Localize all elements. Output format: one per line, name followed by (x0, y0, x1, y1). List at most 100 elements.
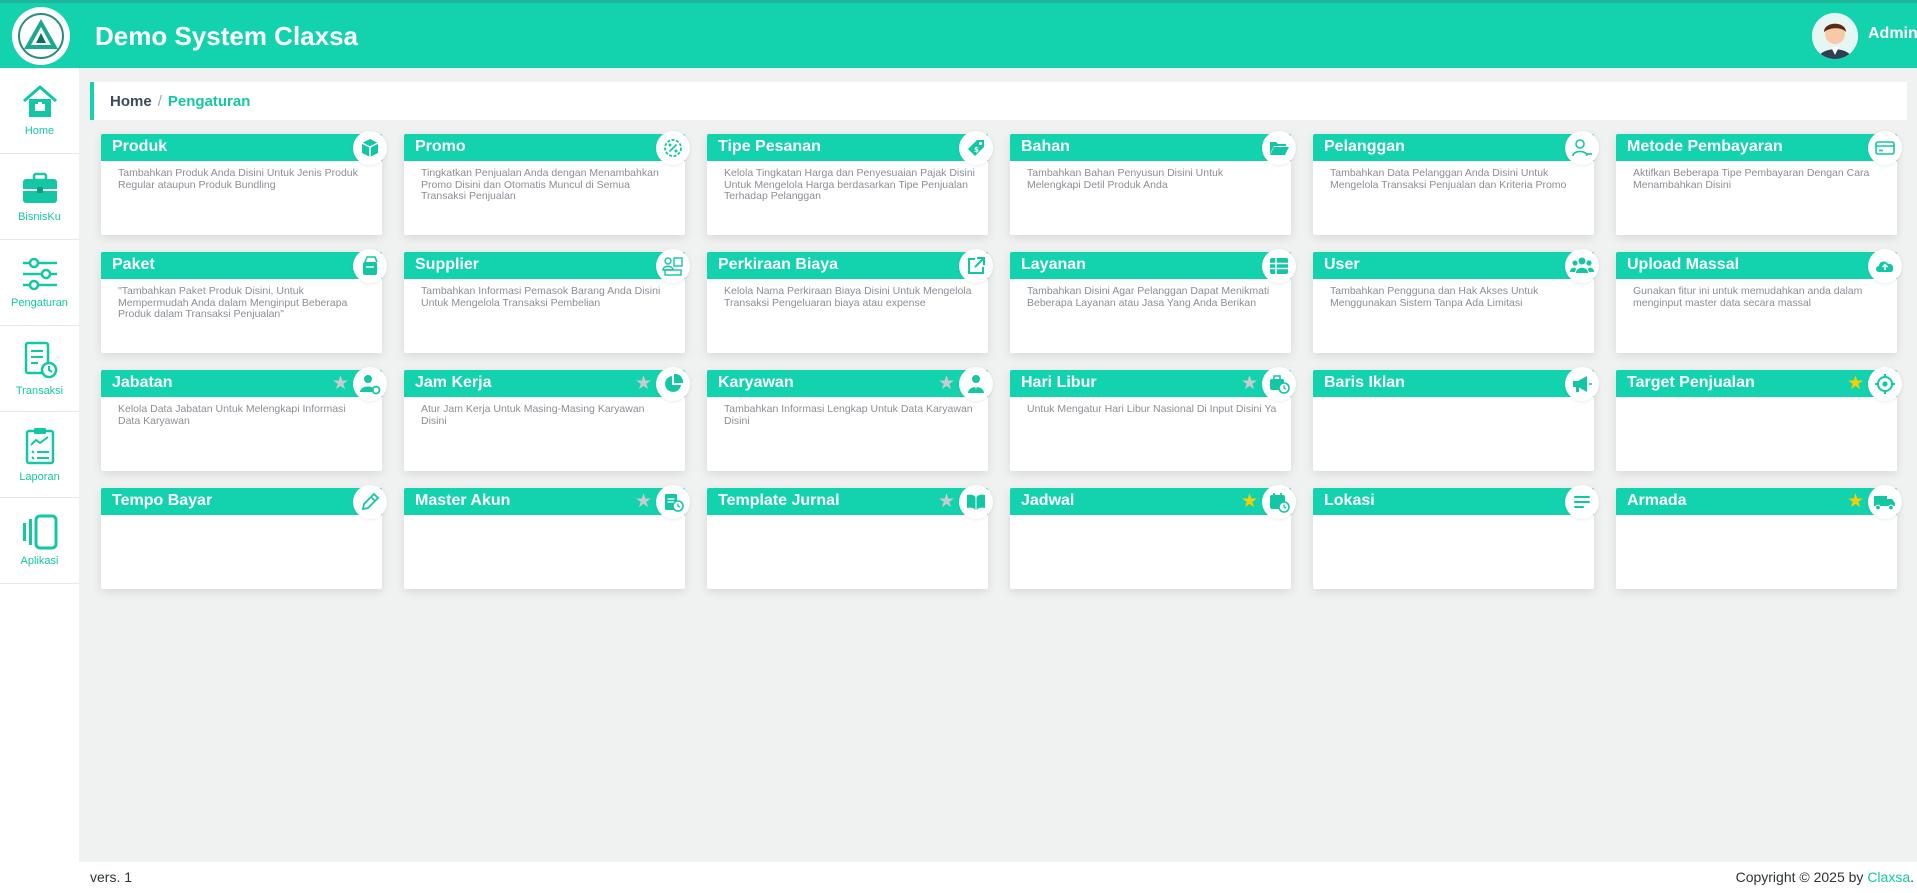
card-template-jurnal[interactable]: Template Jurnal ★ (707, 485, 993, 589)
sidebar-item-laporan[interactable]: Laporan (0, 412, 79, 498)
card-upload-massal[interactable]: Upload Massal Gunakan fitur ini untuk me… (1616, 249, 1902, 353)
card-title: Upload Massal (1627, 256, 1740, 273)
logo-icon (18, 13, 64, 59)
sidebar-item-aplikasi[interactable]: Aplikasi (0, 498, 79, 584)
card-title: Pelanggan (1324, 138, 1405, 155)
copyright-suffix: . (1910, 869, 1914, 885)
card-title: Tempo Bayar (112, 492, 213, 509)
card-jabatan[interactable]: Jabatan ★ Kelola Data Jabatan Untuk Mele… (101, 367, 387, 471)
card-title: Target Penjualan (1627, 374, 1755, 391)
card-title: Bahan (1021, 138, 1070, 155)
user-avatar-icon (1812, 13, 1858, 59)
sidebar-item-transaksi[interactable]: Transaksi (0, 326, 79, 412)
card-description (1616, 397, 1897, 404)
card-title: Supplier (415, 256, 480, 273)
favorite-star-icon[interactable]: ★ (332, 374, 349, 393)
card-target-penjualan[interactable]: Target Penjualan ★ (1616, 367, 1902, 471)
card-description: Kelola Tingkatan Harga dan Penyesuaian P… (724, 167, 975, 202)
sidebar-item-bisnisku[interactable]: BisnisKu (0, 154, 79, 240)
account-file-icon (656, 485, 690, 519)
target-icon (1868, 367, 1902, 401)
card-description: Tambahkan Informasi Lengkap Untuk Data K… (724, 403, 973, 427)
card-description: Tambahkan Produk Anda Disini Untuk Jenis… (118, 167, 358, 191)
users-icon (1565, 249, 1599, 283)
card-title: Karyawan (718, 374, 794, 391)
favorite-star-icon[interactable]: ★ (1241, 374, 1258, 393)
card-description (1616, 515, 1897, 522)
favorite-star-icon[interactable]: ★ (1241, 492, 1258, 511)
card-title: Hari Libur (1021, 374, 1097, 391)
briefcase-clock-icon (1262, 367, 1296, 401)
clipboard-chart-icon (25, 428, 54, 465)
card-description: Gunakan fitur ini untuk memudahkan anda … (1633, 285, 1863, 309)
pie-chart-icon (656, 367, 690, 401)
brand-link[interactable]: Claxsa (1867, 869, 1910, 885)
card-jam-kerja[interactable]: Jam Kerja ★ Atur Jam Kerja Untuk Masing-… (404, 367, 690, 471)
sliders-icon (22, 257, 57, 291)
sidebar-item-label: Transaksi (15, 385, 64, 397)
card-master-akun[interactable]: Master Akun ★ (404, 485, 690, 589)
card-hari-libur[interactable]: Hari Libur ★ Untuk Mengatur Hari Libur N… (1010, 367, 1296, 471)
card-bahan[interactable]: Bahan Tambahkan Bahan Penyusun Disini Un… (1010, 131, 1296, 235)
sidebar-item-label: BisnisKu (18, 211, 61, 223)
card-promo[interactable]: Promo Tingkatkan Penjualan Anda dengan M… (404, 131, 690, 235)
card-description (404, 515, 685, 522)
open-book-icon (959, 485, 993, 519)
app-logo[interactable] (12, 7, 70, 65)
favorite-star-icon[interactable]: ★ (635, 374, 652, 393)
card-metode-pembayaran[interactable]: Metode Pembayaran Aktifkan Beberapa Tipe… (1616, 131, 1902, 235)
favorite-star-icon[interactable]: ★ (938, 492, 955, 511)
breadcrumb-home-link[interactable]: Home (110, 93, 152, 110)
sidebar-item-home[interactable]: Home (0, 68, 79, 154)
card-produk[interactable]: Produk Tambahkan Produk Anda Disini Untu… (101, 131, 387, 235)
home-icon (22, 85, 57, 117)
sidebar-item-label: Home (24, 125, 55, 137)
card-paket[interactable]: Paket "Tambahkan Paket Produk Disini, Un… (101, 249, 387, 353)
user-cog-icon (353, 367, 387, 401)
align-left-icon (1565, 485, 1599, 519)
card-lokasi[interactable]: Lokasi (1313, 485, 1599, 589)
card-baris-iklan[interactable]: Baris Iklan (1313, 367, 1599, 471)
apps-icon (22, 514, 57, 550)
card-description: Atur Jam Kerja Untuk Masing-Masing Karya… (421, 403, 645, 427)
card-user[interactable]: User Tambahkan Pengguna dan Hak Akses Un… (1313, 249, 1599, 353)
card-perkiraan-biaya[interactable]: Perkiraan Biaya Kelola Nama Perkiraan Bi… (707, 249, 993, 353)
svg-text:$: $ (974, 146, 979, 154)
avatar[interactable] (1812, 13, 1858, 59)
favorite-star-icon[interactable]: ★ (1847, 374, 1864, 393)
card-pelanggan[interactable]: Pelanggan Tambahkan Data Pelanggan Anda … (1313, 131, 1599, 235)
sidebar-item-label: Aplikasi (20, 555, 59, 567)
person-icon (959, 367, 993, 401)
footer: vers. 1 Copyright © 2025 by Claxsa. (79, 862, 1917, 893)
card-layanan[interactable]: Layanan Tambahkan Disini Agar Pelanggan … (1010, 249, 1296, 353)
credit-card-icon (1868, 131, 1902, 165)
table-list-icon (1262, 249, 1296, 283)
calendar-clock-icon (1262, 485, 1296, 519)
app-title: Demo System Claxsa (95, 21, 359, 51)
card-armada[interactable]: Armada ★ (1616, 485, 1902, 589)
card-title: User (1324, 256, 1360, 273)
cloud-upload-icon (1868, 249, 1902, 283)
favorite-star-icon[interactable]: ★ (635, 492, 652, 511)
card-description: Tambahkan Pengguna dan Hak Akses Untuk M… (1330, 285, 1539, 309)
card-description: Untuk Mengatur Hari Libur Nasional Di In… (1027, 403, 1277, 415)
truck-icon (1868, 485, 1902, 519)
card-description: Tambahkan Bahan Penyusun Disini Untuk Me… (1027, 167, 1224, 191)
box-icon (353, 131, 387, 165)
pencil-icon (353, 485, 387, 519)
card-jadwal[interactable]: Jadwal ★ (1010, 485, 1296, 589)
card-title: Template Jurnal (718, 492, 840, 509)
user-name[interactable]: Admin (1868, 25, 1917, 43)
card-description: Kelola Data Jabatan Untuk Melengkapi Inf… (118, 403, 346, 427)
card-title: Tipe Pesanan (718, 138, 821, 155)
favorite-star-icon[interactable]: ★ (1847, 492, 1864, 511)
card-tempo-bayar[interactable]: Tempo Bayar (101, 485, 387, 589)
external-link-icon (959, 249, 993, 283)
favorite-star-icon[interactable]: ★ (938, 374, 955, 393)
sidebar-item-pengaturan[interactable]: Pengaturan (0, 240, 79, 326)
card-title: Layanan (1021, 256, 1086, 273)
card-karyawan[interactable]: Karyawan ★ Tambahkan Informasi Lengkap U… (707, 367, 993, 471)
card-tipe-pesanan[interactable]: Tipe Pesanan $ Kelola Tingkatan Harga da… (707, 131, 993, 235)
card-title: Perkiraan Biaya (718, 256, 839, 273)
card-supplier[interactable]: Supplier Tambahkan Informasi Pemasok Bar… (404, 249, 690, 353)
